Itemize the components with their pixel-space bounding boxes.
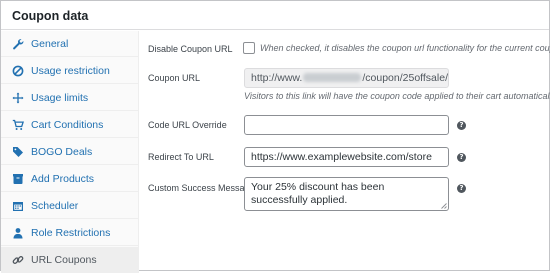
person-icon (12, 227, 24, 239)
coupon-url-suffix: /coupon/25offsale/ (362, 72, 448, 84)
panel-header: Coupon data (1, 1, 549, 30)
tab-add-products[interactable]: Add Products (1, 166, 139, 192)
tab-cart-conditions[interactable]: Cart Conditions (1, 112, 139, 138)
disable-coupon-url-label: Disable Coupon URL (148, 44, 233, 54)
tab-add-products-label: Add Products (31, 173, 95, 185)
tag-icon (12, 146, 24, 158)
tab-usage-limits-label: Usage limits (31, 92, 89, 104)
disable-coupon-url-checkbox[interactable] (243, 42, 255, 54)
tab-cart-conditions-label: Cart Conditions (31, 119, 104, 131)
tab-scheduler-label: Scheduler (31, 200, 79, 212)
tab-usage-restriction[interactable]: Usage restriction (1, 58, 139, 84)
move-cross-icon (12, 92, 24, 104)
wrench-icon (12, 38, 24, 50)
tab-role-restrictions[interactable]: Role Restrictions (1, 220, 139, 246)
tab-usage-restriction-label: Usage restriction (31, 65, 110, 77)
resize-handle-icon[interactable] (440, 202, 447, 209)
tab-role-restrictions-label: Role Restrictions (31, 227, 111, 239)
tab-bogo-deals-label: BOGO Deals (31, 146, 93, 158)
redirect-url-label: Redirect To URL (148, 152, 214, 162)
coupon-tabs-sidebar: General Usage restriction Usage limits C… (1, 31, 139, 273)
coupon-url-label: Coupon URL (148, 73, 201, 83)
disable-coupon-url-description: When checked, it disables the coupon url… (260, 43, 550, 53)
tab-scheduler[interactable]: Scheduler (1, 193, 139, 219)
box-icon (12, 173, 24, 185)
coupon-url-field[interactable]: http://www. /coupon/25offsale/ (244, 68, 449, 88)
cart-icon (12, 119, 24, 131)
custom-success-message-text: Your 25% discount has been successfully … (251, 181, 385, 206)
tab-url-coupons-label: URL Coupons (31, 254, 97, 266)
coupon-url-prefix: http://www. (251, 72, 303, 84)
coupon-data-panel: Coupon data General Usage restriction Us… (0, 0, 550, 273)
code-url-override-label: Code URL Override (148, 120, 227, 130)
code-url-override-field[interactable] (244, 115, 449, 135)
tab-general-label: General (31, 38, 69, 50)
tab-general[interactable]: General (1, 31, 139, 57)
custom-success-message-label: Custom Success Message (148, 183, 255, 193)
calendar-icon (12, 200, 24, 212)
redirect-url-field[interactable]: https://www.examplewebsite.com/store (244, 147, 449, 167)
custom-success-message-help-icon[interactable]: ? (457, 184, 466, 193)
link-icon (12, 254, 24, 266)
redirect-url-help-icon[interactable]: ? (457, 153, 466, 162)
coupon-url-description: Visitors to this link will have the coup… (244, 91, 550, 101)
panel-title: Coupon data (12, 9, 89, 23)
tab-url-coupons[interactable]: URL Coupons (1, 247, 139, 273)
ban-icon (12, 65, 24, 77)
code-url-override-help-icon[interactable]: ? (457, 121, 466, 130)
tab-usage-limits[interactable]: Usage limits (1, 85, 139, 111)
tab-bogo-deals[interactable]: BOGO Deals (1, 139, 139, 165)
custom-success-message-field[interactable]: Your 25% discount has been successfully … (244, 177, 449, 211)
redacted-domain (303, 73, 362, 82)
